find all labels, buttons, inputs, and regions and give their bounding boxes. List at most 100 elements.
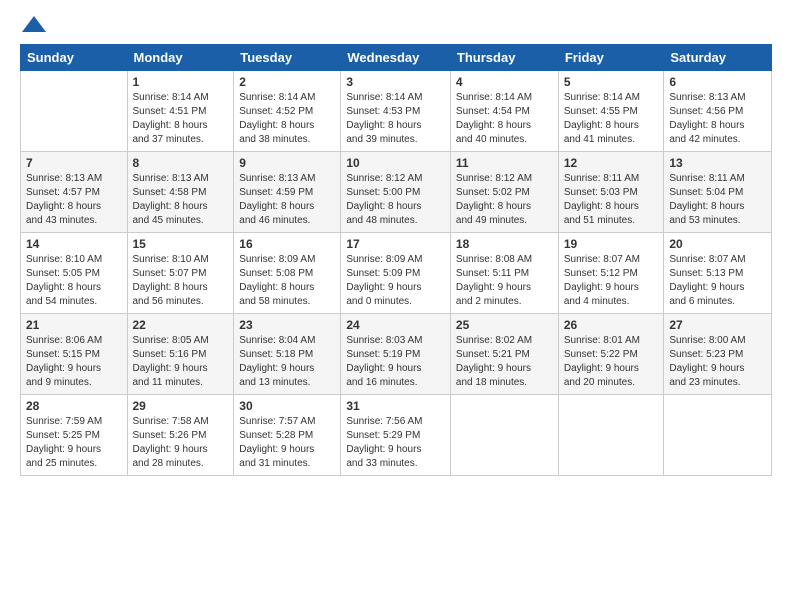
day-info: Sunrise: 8:11 AM Sunset: 5:04 PM Dayligh… — [669, 172, 766, 228]
day-info: Sunrise: 8:14 AM Sunset: 4:55 PM Dayligh… — [564, 91, 659, 147]
day-number: 19 — [564, 237, 659, 251]
week-row-5: 28 Sunrise: 7:59 AM Sunset: 5:25 PM Dayli… — [21, 395, 772, 476]
day-info: Sunrise: 8:14 AM Sunset: 4:53 PM Dayligh… — [346, 91, 445, 147]
calendar-cell — [21, 71, 128, 152]
day-info: Sunrise: 7:56 AM Sunset: 5:29 PM Dayligh… — [346, 415, 445, 471]
day-number: 26 — [564, 318, 659, 332]
calendar-cell: 20 Sunrise: 8:07 AM Sunset: 5:13 PM Dayli… — [664, 233, 772, 314]
calendar-cell: 29 Sunrise: 7:58 AM Sunset: 5:26 PM Dayli… — [127, 395, 234, 476]
day-number: 18 — [456, 237, 553, 251]
day-number: 7 — [26, 156, 122, 170]
day-info: Sunrise: 8:11 AM Sunset: 5:03 PM Dayligh… — [564, 172, 659, 228]
calendar-cell: 16 Sunrise: 8:09 AM Sunset: 5:08 PM Dayli… — [234, 233, 341, 314]
calendar-body: 1 Sunrise: 8:14 AM Sunset: 4:51 PM Daylig… — [21, 71, 772, 476]
day-info: Sunrise: 7:58 AM Sunset: 5:26 PM Dayligh… — [133, 415, 229, 471]
calendar-cell: 19 Sunrise: 8:07 AM Sunset: 5:12 PM Dayli… — [558, 233, 664, 314]
day-number: 20 — [669, 237, 766, 251]
week-row-3: 14Sunrise: 8:10 AM Sunset: 5:05 PM Dayli… — [21, 233, 772, 314]
calendar-cell: 7Sunrise: 8:13 AM Sunset: 4:57 PM Daylig… — [21, 152, 128, 233]
day-info: Sunrise: 8:12 AM Sunset: 5:02 PM Dayligh… — [456, 172, 553, 228]
day-number: 30 — [239, 399, 335, 413]
day-number: 27 — [669, 318, 766, 332]
day-info: Sunrise: 8:09 AM Sunset: 5:09 PM Dayligh… — [346, 253, 445, 309]
day-info: Sunrise: 8:04 AM Sunset: 5:18 PM Dayligh… — [239, 334, 335, 390]
day-info: Sunrise: 8:07 AM Sunset: 5:12 PM Dayligh… — [564, 253, 659, 309]
day-number: 6 — [669, 75, 766, 89]
calendar-cell: 2Sunrise: 8:14 AM Sunset: 4:52 PM Daylig… — [234, 71, 341, 152]
calendar-cell: 26 Sunrise: 8:01 AM Sunset: 5:22 PM Dayli… — [558, 314, 664, 395]
day-number: 25 — [456, 318, 553, 332]
day-info: Sunrise: 8:02 AM Sunset: 5:21 PM Dayligh… — [456, 334, 553, 390]
calendar-cell: 21 Sunrise: 8:06 AM Sunset: 5:15 PM Dayli… — [21, 314, 128, 395]
day-info: Sunrise: 8:01 AM Sunset: 5:22 PM Dayligh… — [564, 334, 659, 390]
page: SundayMondayTuesdayWednesdayThursdayFrid… — [0, 0, 792, 612]
day-number: 2 — [239, 75, 335, 89]
day-number: 5 — [564, 75, 659, 89]
header — [20, 16, 772, 32]
calendar-cell: 5 Sunrise: 8:14 AM Sunset: 4:55 PM Daylig… — [558, 71, 664, 152]
day-number: 16 — [239, 237, 335, 251]
day-info: Sunrise: 8:06 AM Sunset: 5:15 PM Dayligh… — [26, 334, 122, 390]
header-row: SundayMondayTuesdayWednesdayThursdayFrid… — [21, 45, 772, 71]
day-number: 31 — [346, 399, 445, 413]
calendar-cell: 6Sunrise: 8:13 AM Sunset: 4:56 PM Daylig… — [664, 71, 772, 152]
day-number: 9 — [239, 156, 335, 170]
day-header-saturday: Saturday — [664, 45, 772, 71]
day-header-thursday: Thursday — [450, 45, 558, 71]
logo-icon — [22, 16, 46, 32]
day-number: 1 — [133, 75, 229, 89]
day-number: 15 — [133, 237, 229, 251]
day-info: Sunrise: 7:59 AM Sunset: 5:25 PM Dayligh… — [26, 415, 122, 471]
logo — [20, 16, 46, 32]
day-number: 21 — [26, 318, 122, 332]
day-info: Sunrise: 8:07 AM Sunset: 5:13 PM Dayligh… — [669, 253, 766, 309]
day-info: Sunrise: 8:03 AM Sunset: 5:19 PM Dayligh… — [346, 334, 445, 390]
calendar-cell: 22 Sunrise: 8:05 AM Sunset: 5:16 PM Dayli… — [127, 314, 234, 395]
day-number: 12 — [564, 156, 659, 170]
calendar-cell: 27 Sunrise: 8:00 AM Sunset: 5:23 PM Dayli… — [664, 314, 772, 395]
day-info: Sunrise: 8:09 AM Sunset: 5:08 PM Dayligh… — [239, 253, 335, 309]
calendar-cell: 1 Sunrise: 8:14 AM Sunset: 4:51 PM Daylig… — [127, 71, 234, 152]
day-info: Sunrise: 7:57 AM Sunset: 5:28 PM Dayligh… — [239, 415, 335, 471]
calendar-cell — [450, 395, 558, 476]
calendar-cell: 11 Sunrise: 8:12 AM Sunset: 5:02 PM Dayli… — [450, 152, 558, 233]
day-number: 10 — [346, 156, 445, 170]
calendar-cell — [664, 395, 772, 476]
calendar-cell: 23 Sunrise: 8:04 AM Sunset: 5:18 PM Dayli… — [234, 314, 341, 395]
calendar-cell: 13Sunrise: 8:11 AM Sunset: 5:04 PM Dayli… — [664, 152, 772, 233]
day-header-wednesday: Wednesday — [341, 45, 451, 71]
day-number: 4 — [456, 75, 553, 89]
calendar-cell: 18 Sunrise: 8:08 AM Sunset: 5:11 PM Dayli… — [450, 233, 558, 314]
calendar-header: SundayMondayTuesdayWednesdayThursdayFrid… — [21, 45, 772, 71]
day-number: 24 — [346, 318, 445, 332]
calendar-cell: 17Sunrise: 8:09 AM Sunset: 5:09 PM Dayli… — [341, 233, 451, 314]
calendar-cell: 15 Sunrise: 8:10 AM Sunset: 5:07 PM Dayli… — [127, 233, 234, 314]
day-number: 29 — [133, 399, 229, 413]
day-number: 28 — [26, 399, 122, 413]
calendar-cell: 28 Sunrise: 7:59 AM Sunset: 5:25 PM Dayli… — [21, 395, 128, 476]
week-row-2: 7Sunrise: 8:13 AM Sunset: 4:57 PM Daylig… — [21, 152, 772, 233]
day-number: 23 — [239, 318, 335, 332]
day-header-tuesday: Tuesday — [234, 45, 341, 71]
calendar-cell: 12 Sunrise: 8:11 AM Sunset: 5:03 PM Dayli… — [558, 152, 664, 233]
day-info: Sunrise: 8:10 AM Sunset: 5:07 PM Dayligh… — [133, 253, 229, 309]
calendar-cell: 24 Sunrise: 8:03 AM Sunset: 5:19 PM Dayli… — [341, 314, 451, 395]
calendar: SundayMondayTuesdayWednesdayThursdayFrid… — [20, 44, 772, 476]
calendar-cell: 3 Sunrise: 8:14 AM Sunset: 4:53 PM Daylig… — [341, 71, 451, 152]
day-info: Sunrise: 8:14 AM Sunset: 4:54 PM Dayligh… — [456, 91, 553, 147]
day-number: 3 — [346, 75, 445, 89]
day-number: 22 — [133, 318, 229, 332]
calendar-cell: 4 Sunrise: 8:14 AM Sunset: 4:54 PM Daylig… — [450, 71, 558, 152]
day-info: Sunrise: 8:10 AM Sunset: 5:05 PM Dayligh… — [26, 253, 122, 309]
calendar-cell: 9Sunrise: 8:13 AM Sunset: 4:59 PM Daylig… — [234, 152, 341, 233]
day-header-friday: Friday — [558, 45, 664, 71]
day-info: Sunrise: 8:14 AM Sunset: 4:51 PM Dayligh… — [133, 91, 229, 147]
day-info: Sunrise: 8:00 AM Sunset: 5:23 PM Dayligh… — [669, 334, 766, 390]
day-header-sunday: Sunday — [21, 45, 128, 71]
day-info: Sunrise: 8:13 AM Sunset: 4:58 PM Dayligh… — [133, 172, 229, 228]
day-info: Sunrise: 8:05 AM Sunset: 5:16 PM Dayligh… — [133, 334, 229, 390]
calendar-cell: 25 Sunrise: 8:02 AM Sunset: 5:21 PM Dayli… — [450, 314, 558, 395]
day-header-monday: Monday — [127, 45, 234, 71]
day-info: Sunrise: 8:08 AM Sunset: 5:11 PM Dayligh… — [456, 253, 553, 309]
day-number: 11 — [456, 156, 553, 170]
